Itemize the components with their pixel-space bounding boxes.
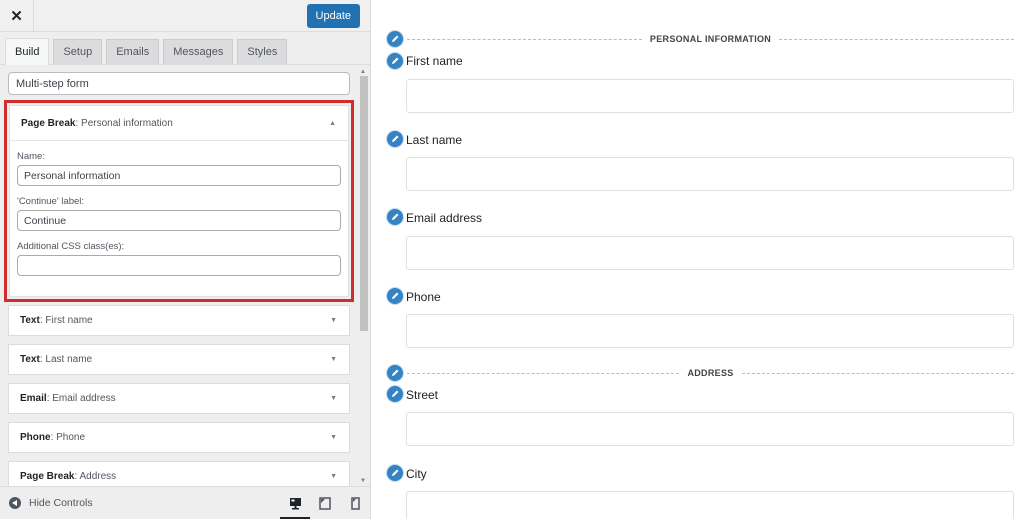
close-icon: ✕ bbox=[10, 7, 23, 25]
tab-styles[interactable]: Styles bbox=[237, 39, 288, 64]
field-item-page-break-personal: Page Break: Personal information ▲ Name:… bbox=[9, 105, 349, 297]
desktop-preview-button[interactable] bbox=[280, 487, 310, 519]
field-item[interactable]: Text: First name ▼ bbox=[8, 305, 350, 336]
edit-field-button[interactable] bbox=[386, 464, 404, 482]
css-classes-input[interactable] bbox=[17, 255, 341, 276]
panel-header: ✕ Update bbox=[0, 0, 370, 32]
field-label: Last name bbox=[406, 133, 463, 147]
section-divider: PERSONAL INFORMATION bbox=[407, 32, 1015, 46]
field-item-title: Phone: Phone bbox=[20, 432, 86, 443]
caret-down-icon[interactable]: ▼ bbox=[330, 434, 337, 441]
pencil-icon bbox=[392, 57, 399, 64]
email-input[interactable] bbox=[406, 236, 1014, 270]
pencil-icon bbox=[392, 390, 399, 397]
desktop-icon bbox=[289, 497, 301, 509]
field-item[interactable]: Page Break: Address ▼ bbox=[8, 461, 350, 486]
collapse-arrow-icon bbox=[9, 497, 21, 509]
tab-bar: Build Setup Emails Messages Styles bbox=[0, 32, 370, 65]
tab-build[interactable]: Build bbox=[5, 38, 50, 65]
field-item-header[interactable]: Page Break: Personal information ▲ bbox=[10, 106, 348, 141]
panel-footer: Hide Controls bbox=[0, 486, 370, 519]
mobile-preview-button[interactable] bbox=[340, 487, 370, 519]
field-item[interactable]: Email: Email address ▼ bbox=[8, 383, 350, 414]
tab-setup[interactable]: Setup bbox=[53, 39, 103, 64]
tab-messages[interactable]: Messages bbox=[163, 39, 234, 64]
field-item-title: Page Break: Personal information bbox=[21, 117, 173, 129]
pencil-icon bbox=[392, 35, 399, 42]
caret-up-icon[interactable]: ▲ bbox=[329, 120, 336, 127]
mobile-icon bbox=[350, 496, 360, 510]
device-preview-switcher bbox=[280, 487, 370, 519]
caret-down-icon[interactable]: ▼ bbox=[330, 395, 337, 402]
field-label: City bbox=[406, 467, 427, 481]
fields-list-scroll: Multi-step form Page Break: Personal inf… bbox=[0, 66, 370, 486]
pencil-icon bbox=[392, 369, 399, 376]
caret-down-icon[interactable]: ▼ bbox=[330, 473, 337, 480]
tab-emails[interactable]: Emails bbox=[106, 39, 160, 64]
pencil-icon bbox=[392, 135, 399, 142]
section-title: ADDRESS bbox=[687, 368, 734, 378]
field-item-title: Text: First name bbox=[20, 315, 93, 326]
form-name-input[interactable]: Multi-step form bbox=[8, 72, 350, 95]
field-item-title: Email: Email address bbox=[20, 393, 116, 404]
field-label: Phone bbox=[406, 290, 441, 304]
section-title: PERSONAL INFORMATION bbox=[649, 34, 772, 44]
continue-label-label: 'Continue' label: bbox=[17, 196, 85, 207]
street-input[interactable] bbox=[406, 412, 1014, 446]
pencil-icon bbox=[392, 292, 399, 299]
city-input[interactable] bbox=[406, 491, 1014, 519]
edit-page-break-button[interactable] bbox=[386, 30, 404, 48]
form-preview: PERSONAL INFORMATION First name Last nam… bbox=[371, 0, 1024, 519]
scrollbar-thumb[interactable] bbox=[360, 76, 368, 331]
field-label: First name bbox=[406, 54, 463, 68]
scroll-up-arrow-icon[interactable]: ▲ bbox=[360, 69, 366, 75]
pencil-icon bbox=[392, 213, 399, 220]
edit-field-button[interactable] bbox=[386, 52, 404, 70]
scrollbar[interactable]: ▲ ▼ bbox=[358, 66, 370, 486]
update-button[interactable]: Update bbox=[306, 3, 360, 28]
name-label: Name: bbox=[17, 151, 45, 162]
hide-controls-button[interactable]: Hide Controls bbox=[9, 497, 93, 509]
continue-label-input[interactable]: Continue bbox=[17, 210, 341, 231]
close-button[interactable]: ✕ bbox=[0, 0, 34, 32]
first-name-input[interactable] bbox=[406, 79, 1014, 113]
field-item-title: Text: Last name bbox=[20, 354, 93, 365]
caret-down-icon[interactable]: ▼ bbox=[330, 317, 337, 324]
field-item[interactable]: Phone: Phone ▼ bbox=[8, 422, 350, 453]
caret-down-icon[interactable]: ▼ bbox=[330, 356, 337, 363]
field-item[interactable]: Text: Last name ▼ bbox=[8, 344, 350, 375]
controls-panel: ✕ Update Build Setup Emails Messages Sty… bbox=[0, 0, 371, 519]
edit-field-button[interactable] bbox=[386, 287, 404, 305]
field-item-title: Page Break: Address bbox=[20, 471, 117, 482]
name-input[interactable]: Personal information bbox=[17, 165, 341, 186]
scroll-down-arrow-icon[interactable]: ▼ bbox=[360, 478, 366, 484]
edit-field-button[interactable] bbox=[386, 208, 404, 226]
pencil-icon bbox=[392, 469, 399, 476]
edit-field-button[interactable] bbox=[386, 385, 404, 403]
field-label: Email address bbox=[406, 211, 483, 225]
highlight-box: Page Break: Personal information ▲ Name:… bbox=[4, 100, 354, 302]
field-settings: Name: Personal information 'Continue' la… bbox=[10, 141, 348, 296]
section-divider: ADDRESS bbox=[407, 366, 1015, 380]
customizer-app: ✕ Update Build Setup Emails Messages Sty… bbox=[0, 0, 1024, 519]
last-name-input[interactable] bbox=[406, 157, 1014, 191]
phone-input[interactable] bbox=[406, 314, 1014, 348]
tablet-preview-button[interactable] bbox=[310, 487, 340, 519]
tablet-icon bbox=[319, 496, 331, 510]
edit-page-break-button[interactable] bbox=[386, 364, 404, 382]
css-classes-label: Additional CSS class(es): bbox=[17, 241, 125, 252]
field-label: Street bbox=[406, 388, 439, 402]
hide-controls-label: Hide Controls bbox=[29, 497, 93, 509]
edit-field-button[interactable] bbox=[386, 130, 404, 148]
